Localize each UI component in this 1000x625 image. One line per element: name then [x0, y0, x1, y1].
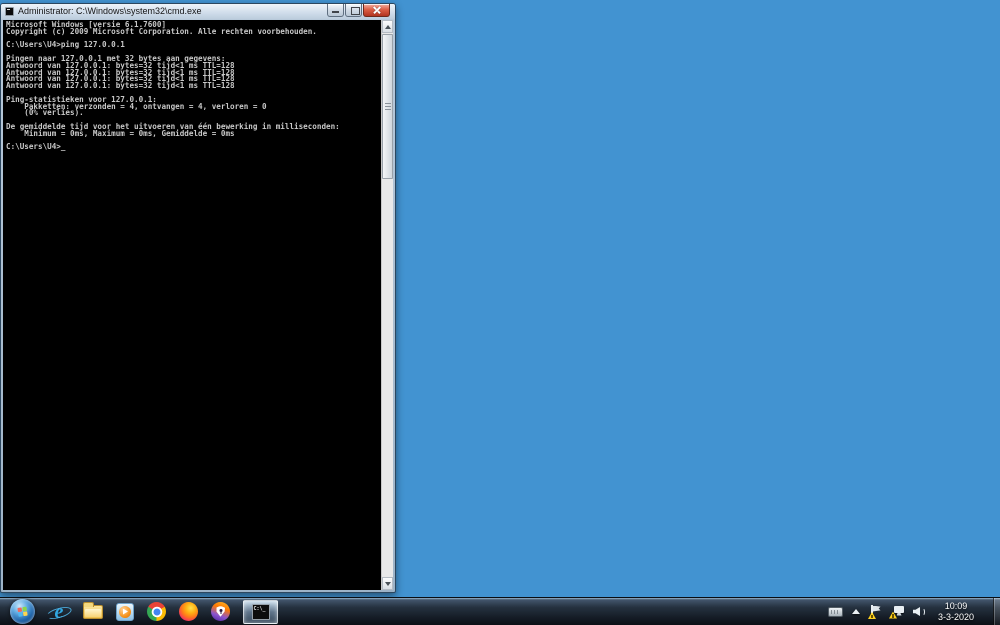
- minimize-button[interactable]: [327, 4, 344, 17]
- privacy-shield-browser-icon[interactable]: [211, 602, 230, 621]
- windows-explorer-icon[interactable]: [83, 601, 103, 619]
- clock-date: 3-3-2020: [937, 611, 975, 622]
- taskbar: e C:\_ 10:09 3-3-2020: [0, 597, 1000, 625]
- console-scrollbar[interactable]: [381, 20, 393, 590]
- up-arrow-icon: [384, 24, 391, 29]
- monitor-stand: [896, 612, 902, 616]
- network-status-icon[interactable]: [889, 605, 904, 619]
- close-button[interactable]: [363, 4, 390, 17]
- cmd-window: Administrator: C:\Windows\system32\cmd.e…: [0, 3, 396, 593]
- show-desktop-button[interactable]: [993, 598, 1000, 625]
- down-arrow-icon: [384, 581, 391, 586]
- desktop[interactable]: Administrator: C:\Windows\system32\cmd.e…: [0, 0, 1000, 625]
- keyboard-icon[interactable]: [828, 606, 843, 617]
- tray-clock[interactable]: 10:09 3-3-2020: [934, 601, 978, 622]
- maximize-button[interactable]: [345, 4, 362, 17]
- action-center-flag-icon[interactable]: [868, 605, 881, 619]
- speaker-cone: [913, 607, 920, 616]
- warning-triangle-icon: [889, 611, 897, 619]
- monitor-screen: [894, 605, 904, 613]
- firefox-icon[interactable]: [179, 602, 198, 621]
- console-text[interactable]: Microsoft Windows [versie 6.1.7600] Copy…: [3, 20, 383, 590]
- window-controls: [327, 4, 395, 17]
- play-icon: [119, 605, 131, 618]
- start-button[interactable]: [10, 599, 35, 624]
- scrollbar-thumb[interactable]: [382, 34, 393, 179]
- flag-cloth: [872, 605, 881, 612]
- cmd-window-icon: [5, 7, 14, 16]
- speaker-wave: [921, 607, 925, 616]
- show-hidden-icons-arrow-icon[interactable]: [852, 609, 860, 614]
- cmd-terminal-icon: C:\_: [251, 603, 270, 620]
- window-title: Administrator: C:\Windows\system32\cmd.e…: [18, 6, 202, 16]
- scroll-up-button[interactable]: [382, 20, 393, 33]
- windows-flag-icon: [17, 606, 28, 617]
- window-titlebar[interactable]: Administrator: C:\Windows\system32\cmd.e…: [1, 4, 395, 19]
- internet-explorer-icon[interactable]: e: [48, 601, 70, 623]
- chrome-icon[interactable]: [147, 602, 166, 621]
- volume-icon[interactable]: [913, 606, 925, 617]
- media-player-icon[interactable]: [116, 602, 134, 621]
- thumb-grip-icon: [384, 103, 391, 110]
- system-tray: 10:09 3-3-2020: [828, 601, 990, 622]
- taskbar-button-cmd-active[interactable]: C:\_: [243, 599, 278, 624]
- scroll-down-button[interactable]: [382, 577, 393, 590]
- warning-triangle-icon: [868, 612, 876, 619]
- clock-time: 10:09: [944, 601, 968, 611]
- keyhole-icon: [219, 609, 222, 615]
